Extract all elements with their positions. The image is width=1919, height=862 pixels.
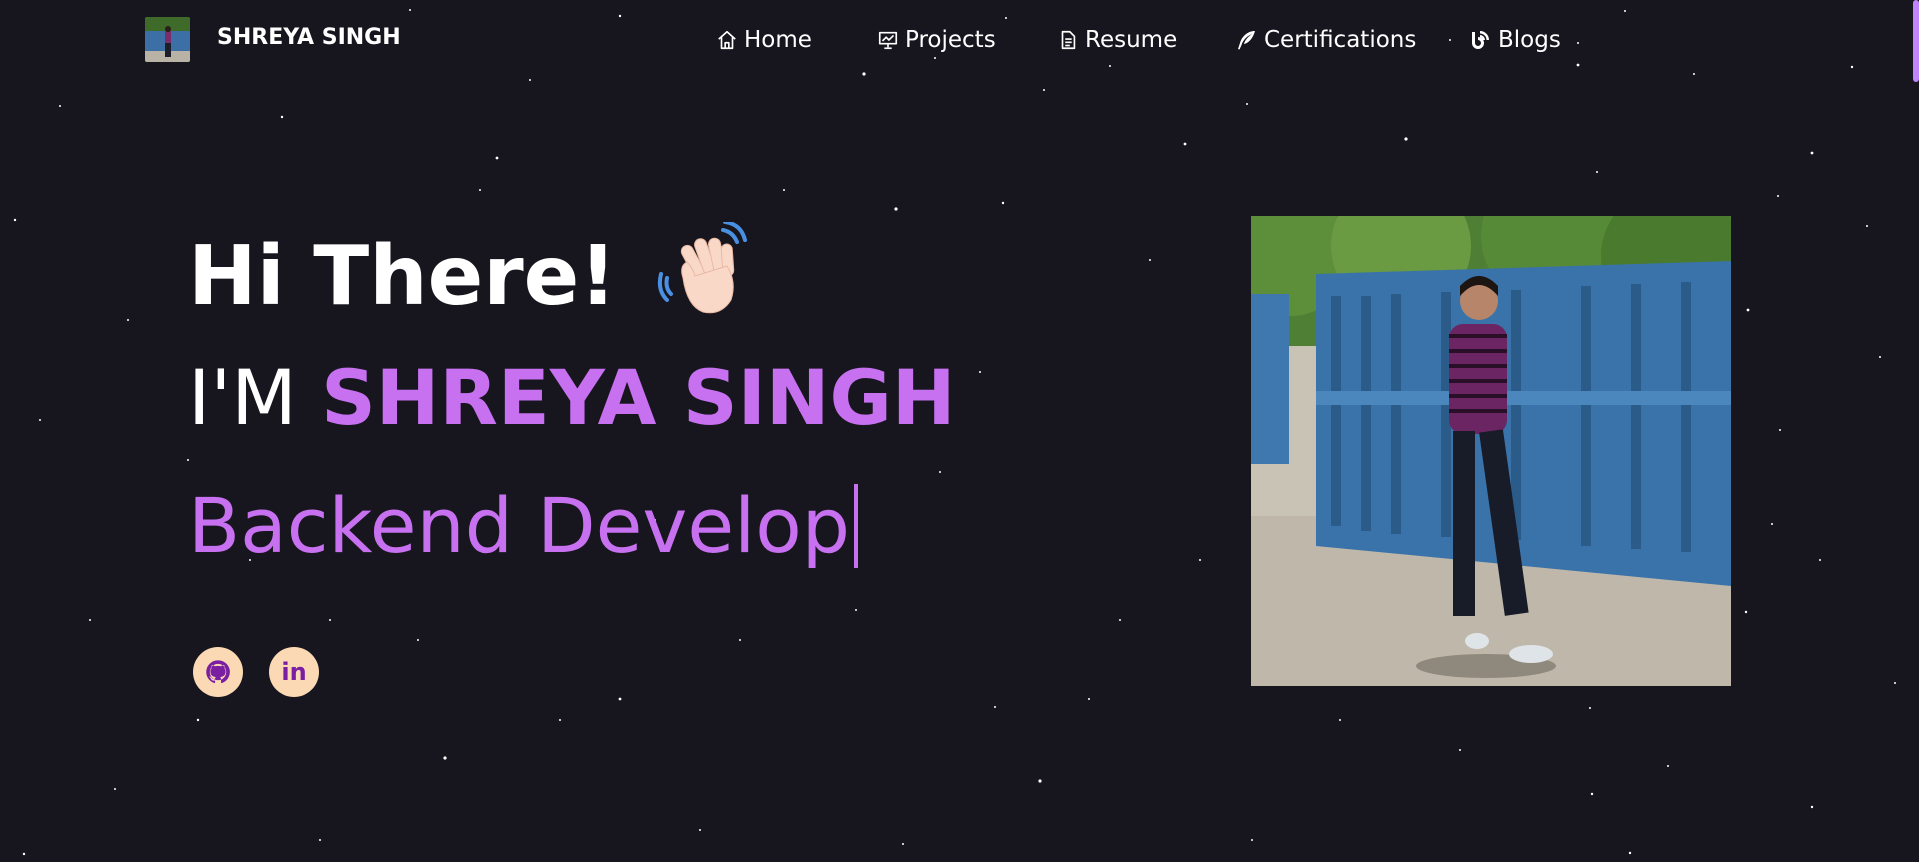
blog-icon (1472, 31, 1489, 49)
profile-photo (1251, 216, 1731, 686)
brand-avatar[interactable] (145, 17, 190, 62)
home-icon (718, 30, 736, 50)
nav-blogs-label: Blogs (1498, 27, 1561, 53)
document-icon (1061, 30, 1076, 50)
github-link[interactable] (193, 647, 243, 697)
page: SHREYA SINGH Home Projects Resume Certif… (0, 0, 1919, 862)
nav-blogs[interactable]: Blogs (1468, 24, 1561, 56)
intro-name: SHREYA SINGH (321, 353, 956, 442)
scrollbar-thumb[interactable] (1913, 0, 1919, 82)
nav-certifications-label: Certifications (1264, 27, 1417, 53)
nav-projects[interactable]: Projects (877, 24, 996, 56)
nav-home[interactable]: Home (716, 24, 812, 56)
quill-pen-icon (1238, 31, 1255, 50)
typed-role-text: Backend Develop (188, 481, 850, 570)
nav-home-label: Home (744, 27, 812, 53)
intro-prefix: I'M (188, 353, 297, 442)
hero-greeting: Hi There! (188, 220, 753, 332)
linkedin-icon: in (281, 658, 307, 686)
nav-resume-label: Resume (1085, 27, 1178, 53)
linkedin-link[interactable]: in (269, 647, 319, 697)
presentation-chart-icon (878, 31, 898, 50)
nav-projects-label: Projects (905, 27, 996, 53)
github-icon (206, 660, 230, 684)
waving-hand-icon (657, 220, 753, 332)
navbar: SHREYA SINGH Home Projects Resume Certif… (0, 0, 1919, 80)
greeting-text: Hi There! (188, 229, 617, 324)
brand-name[interactable]: SHREYA SINGH (217, 25, 401, 50)
typing-cursor (854, 484, 858, 568)
typed-role: Backend Develop (188, 484, 858, 568)
nav-resume[interactable]: Resume (1057, 24, 1177, 56)
nav-certifications[interactable]: Certifications (1234, 24, 1416, 56)
hero-intro: I'M SHREYA SINGH (188, 360, 955, 436)
